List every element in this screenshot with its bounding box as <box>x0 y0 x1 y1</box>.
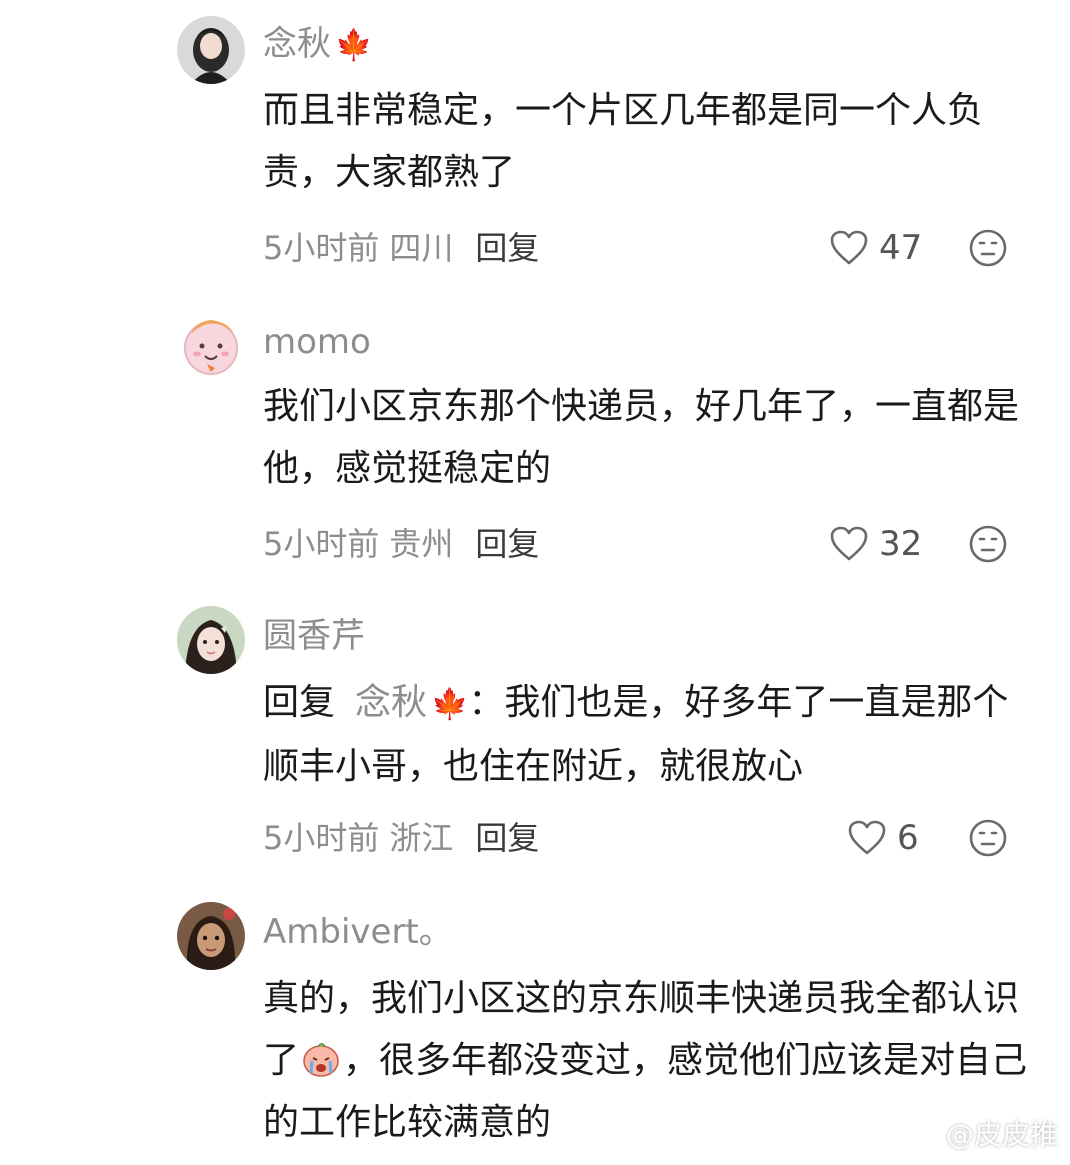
reply-button[interactable]: 回复 <box>475 819 539 857</box>
weibo-logo-icon <box>906 1122 938 1147</box>
username[interactable]: Ambivert。 <box>263 912 453 952</box>
location: 浙江 <box>389 819 454 857</box>
like-button[interactable]: 32 <box>829 522 922 566</box>
location: 四川 <box>389 229 454 267</box>
reply-target-user[interactable]: 念秋 🍁 <box>355 682 468 723</box>
neutral-face-icon <box>969 525 1007 563</box>
comment-text: 我们小区京东那个快递员，好几年了，一直都是他，感觉挺稳定的 <box>263 386 1020 489</box>
username-text: 念秋 <box>263 24 331 64</box>
heart-outline-icon <box>848 820 886 855</box>
like-count: 47 <box>879 228 923 268</box>
dislike-button[interactable] <box>968 524 1008 564</box>
comment-text: 而且非常稳定，一个片区几年都是同一个人负责，大家都熟了 <box>263 90 984 193</box>
heart-outline-icon <box>830 526 868 561</box>
like-count: 32 <box>879 524 923 564</box>
like-count: 6 <box>897 818 919 858</box>
reply-prefix: 回复 <box>263 682 336 723</box>
location: 贵州 <box>389 525 454 563</box>
reply-colon: ： <box>468 682 505 723</box>
timestamp: 5小时前 <box>263 819 380 857</box>
comment-thread: 念秋 🍁 而且非常稳定，一个片区几年都是同一个人负责，大家都熟了 5小时前 四川 回复… <box>0 0 1070 1165</box>
avatar[interactable] <box>177 606 245 674</box>
neutral-face-icon <box>969 229 1007 267</box>
dislike-button[interactable] <box>968 818 1008 858</box>
like-button[interactable]: 6 <box>847 816 919 860</box>
username[interactable]: momo <box>263 322 371 362</box>
maple-leaf-icon: 🍁 <box>431 687 469 722</box>
watermark: @皮皮推 <box>906 1113 1058 1153</box>
comment-meta: 5小时前 浙江 回复 6 <box>263 816 1043 860</box>
timestamp: 5小时前 <box>263 525 380 563</box>
like-button[interactable]: 47 <box>829 226 922 270</box>
watermark-text: @皮皮推 <box>945 1118 1058 1151</box>
reply-button[interactable]: 回复 <box>475 525 539 563</box>
dislike-button[interactable] <box>968 228 1008 268</box>
reply-target-name: 念秋 <box>355 682 428 723</box>
comment-text: 回复 念秋 🍁：我们也是，好多年了一直是那个顺丰小哥，也住在附近，就很放心 <box>263 672 1043 798</box>
heart-outline-icon <box>830 230 868 265</box>
avatar[interactable] <box>177 312 245 380</box>
username[interactable]: 圆香芹 <box>263 616 365 656</box>
username[interactable]: 念秋 🍁 <box>263 24 372 66</box>
timestamp: 5小时前 <box>263 229 380 267</box>
comment-meta: 5小时前 四川 回复 47 <box>263 226 1043 270</box>
neutral-face-icon <box>969 819 1007 857</box>
crying-face-emoji-icon <box>303 1043 339 1077</box>
comment-meta: 5小时前 贵州 回复 32 <box>263 522 1043 566</box>
avatar[interactable] <box>177 902 245 970</box>
reply-button[interactable]: 回复 <box>475 229 539 267</box>
avatar[interactable] <box>177 16 245 84</box>
maple-leaf-icon: 🍁 <box>335 28 373 63</box>
